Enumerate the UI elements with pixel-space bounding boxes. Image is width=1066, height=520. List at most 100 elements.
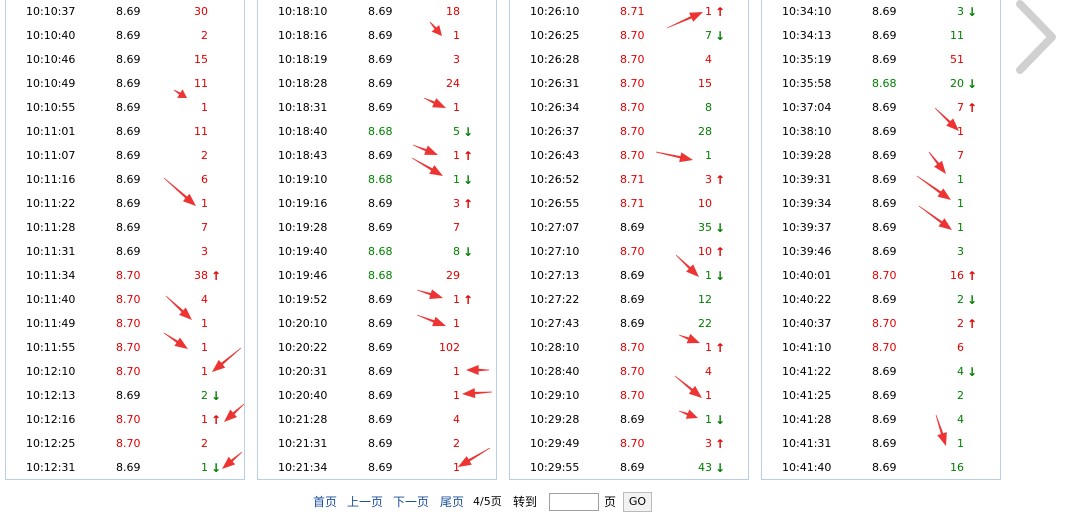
tick-time: 10:20:31	[278, 365, 328, 378]
tick-row: 10:19:10 8.68 1 ↓	[258, 168, 496, 192]
tick-price: 8.69	[368, 317, 393, 330]
tick-time: 10:28:10	[530, 341, 580, 354]
tick-time: 10:20:40	[278, 389, 328, 402]
tick-volume: 1	[957, 125, 964, 138]
tick-row: 10:29:49 8.70 3 ↑	[510, 432, 748, 456]
tick-time: 10:40:01	[782, 269, 832, 282]
tick-time: 10:11:49	[26, 317, 76, 330]
arrow-down-icon: ↓	[967, 77, 978, 91]
tick-time: 10:18:19	[278, 53, 328, 66]
chevron-right-icon[interactable]	[1014, 0, 1060, 75]
tick-row: 10:26:52 8.71 3 ↑	[510, 168, 748, 192]
tick-price: 8.69	[368, 461, 393, 474]
go-button[interactable]: GO	[623, 492, 652, 512]
tick-time: 10:39:37	[782, 221, 832, 234]
tick-price: 8.71	[620, 173, 645, 186]
tick-time: 10:39:34	[782, 197, 832, 210]
tick-price: 8.69	[368, 221, 393, 234]
tick-time: 10:11:07	[26, 149, 76, 162]
tick-volume: 1	[201, 365, 208, 378]
tick-row: 10:39:34 8.69 1	[762, 192, 1000, 216]
tick-row: 10:35:58 8.68 20 ↓	[762, 72, 1000, 96]
tick-volume: 3	[453, 197, 460, 210]
tick-row: 10:26:55 8.71 10	[510, 192, 748, 216]
tick-row: 10:11:34 8.70 38 ↑	[6, 264, 244, 288]
tick-row: 10:40:37 8.70 2 ↑	[762, 312, 1000, 336]
tick-time: 10:27:07	[530, 221, 580, 234]
tick-time: 10:26:52	[530, 173, 580, 186]
tick-row: 10:27:10 8.70 10 ↑	[510, 240, 748, 264]
page-info: 4/5页	[473, 495, 502, 508]
tick-volume: 20	[950, 77, 964, 90]
tick-row: 10:10:49 8.69 11	[6, 72, 244, 96]
tick-time: 10:12:16	[26, 413, 76, 426]
tick-volume: 1	[705, 341, 712, 354]
tick-volume: 15	[698, 77, 712, 90]
tick-row: 10:41:22 8.69 4 ↓	[762, 360, 1000, 384]
tick-price: 8.69	[116, 173, 141, 186]
tick-price: 8.70	[620, 29, 645, 42]
tick-volume: 38	[194, 269, 208, 282]
tick-time: 10:34:10	[782, 5, 832, 18]
tick-time: 10:40:22	[782, 293, 832, 306]
arrow-down-icon: ↓	[211, 461, 222, 475]
arrow-down-icon: ↓	[211, 389, 222, 403]
tick-time: 10:29:10	[530, 389, 580, 402]
page-number-input[interactable]	[549, 493, 599, 511]
tick-time: 10:12:13	[26, 389, 76, 402]
tick-volume: 4	[705, 365, 712, 378]
tick-time: 10:29:55	[530, 461, 580, 474]
tick-volume: 1	[957, 173, 964, 186]
tick-price: 8.69	[872, 461, 897, 474]
tick-volume: 7	[201, 221, 208, 234]
tick-volume: 1	[453, 365, 460, 378]
tick-row: 10:20:10 8.69 1	[258, 312, 496, 336]
tick-row: 10:12:31 8.69 1 ↓	[6, 456, 244, 480]
tick-time: 10:11:55	[26, 341, 76, 354]
first-page-link[interactable]: 首页	[313, 490, 337, 514]
tick-volume: 2	[201, 29, 208, 42]
arrow-up-icon: ↑	[463, 197, 474, 211]
tick-price: 8.69	[116, 53, 141, 66]
tick-volume: 1	[705, 269, 712, 282]
tick-volume: 1	[201, 317, 208, 330]
tick-price: 8.69	[368, 29, 393, 42]
tick-price: 8.70	[620, 365, 645, 378]
tick-volume: 2	[957, 389, 964, 402]
tick-row: 10:29:28 8.69 1 ↓	[510, 408, 748, 432]
tick-volume: 6	[957, 341, 964, 354]
next-page-link[interactable]: 下一页	[393, 490, 429, 514]
tick-price: 8.69	[116, 5, 141, 18]
tick-volume: 4	[957, 413, 964, 426]
tick-price: 8.68	[368, 269, 393, 282]
tick-price: 8.69	[620, 413, 645, 426]
last-page-link[interactable]: 尾页	[440, 490, 464, 514]
tick-row: 10:29:10 8.70 1	[510, 384, 748, 408]
tick-time: 10:19:16	[278, 197, 328, 210]
tick-price: 8.70	[116, 317, 141, 330]
tick-price: 8.69	[872, 101, 897, 114]
tick-time: 10:11:28	[26, 221, 76, 234]
tick-time: 10:10:46	[26, 53, 76, 66]
tick-row: 10:10:37 8.69 30	[6, 0, 244, 24]
tick-row: 10:41:25 8.69 2	[762, 384, 1000, 408]
tick-row: 10:11:01 8.69 11	[6, 120, 244, 144]
prev-page-link[interactable]: 上一页	[347, 490, 383, 514]
tick-time: 10:27:13	[530, 269, 580, 282]
tick-volume: 1	[957, 197, 964, 210]
tick-row: 10:39:37 8.69 1	[762, 216, 1000, 240]
tick-row: 10:11:07 8.69 2	[6, 144, 244, 168]
tick-price: 8.71	[620, 197, 645, 210]
tick-row: 10:11:55 8.70 1	[6, 336, 244, 360]
tick-time: 10:38:10	[782, 125, 832, 138]
tick-time: 10:26:37	[530, 125, 580, 138]
tick-time: 10:39:46	[782, 245, 832, 258]
tick-volume: 1	[957, 221, 964, 234]
tick-price: 8.69	[116, 197, 141, 210]
tick-price: 8.69	[620, 461, 645, 474]
tick-row: 10:34:10 8.69 3 ↓	[762, 0, 1000, 24]
tick-volume: 10	[698, 197, 712, 210]
arrow-down-icon: ↓	[463, 125, 474, 139]
tick-volume: 12	[698, 293, 712, 306]
tick-volume: 3	[957, 5, 964, 18]
